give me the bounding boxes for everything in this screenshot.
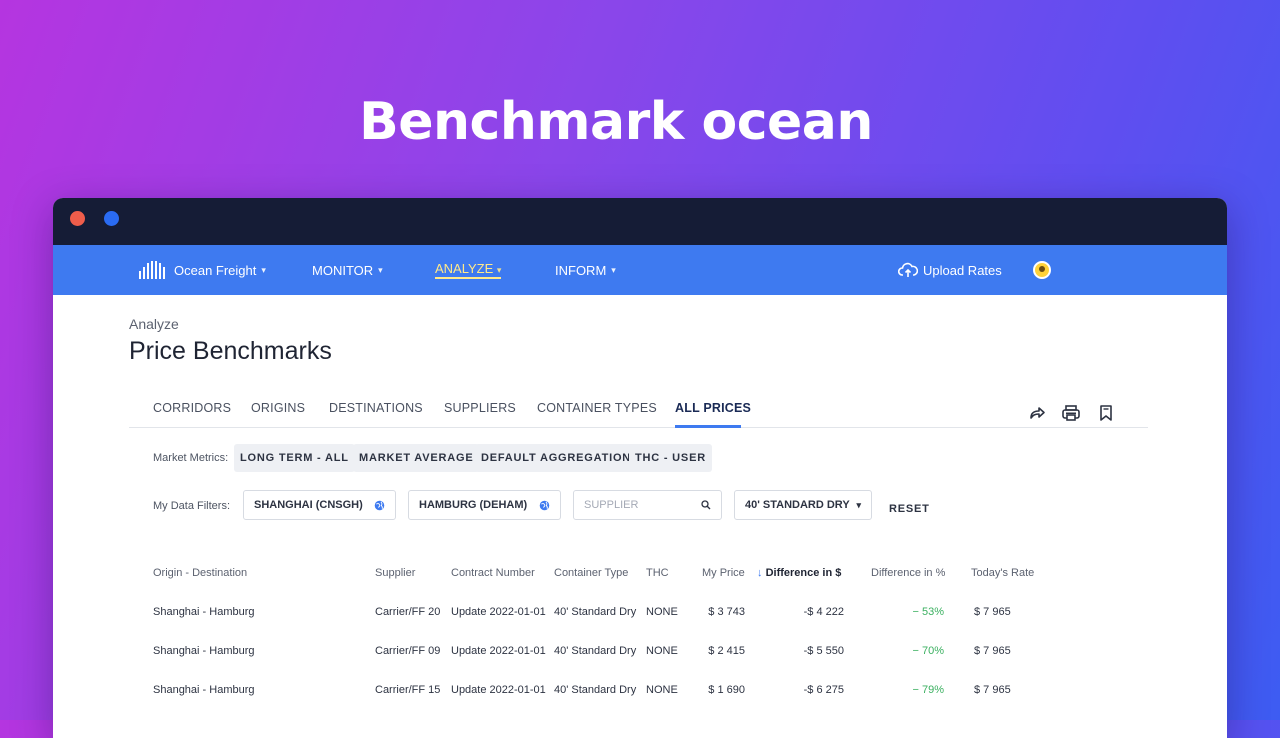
tab-destinations[interactable]: DESTINATIONS <box>329 401 423 415</box>
upload-rates-label: Upload Rates <box>923 262 1002 278</box>
data-filters-label: My Data Filters: <box>153 500 231 512</box>
chevron-down-icon: ▾ <box>611 264 616 275</box>
container-type-value: 40' STANDARD DRY <box>745 499 850 511</box>
col-todays-rate[interactable]: Today's Rate <box>971 567 1034 579</box>
table-cell: Shanghai - Hamburg <box>153 684 255 696</box>
col-origin-destination[interactable]: Origin - Destination <box>153 567 247 579</box>
table-cell: Update 2022-01-01 <box>451 606 546 618</box>
table-cell: Carrier/FF 09 <box>375 645 441 657</box>
search-icon <box>701 500 711 510</box>
chip-market-average[interactable]: MARKET AVERAGE <box>353 444 480 472</box>
table-cell: 40' Standard Dry <box>554 606 637 618</box>
chevron-down-icon: ▾ <box>261 264 266 275</box>
destination-filter[interactable]: HAMBURG (DEHAM) <box>408 490 561 520</box>
nav-monitor-label: MONITOR <box>312 262 374 278</box>
table-cell: NONE <box>646 606 678 618</box>
table-cell: -$ 5 550 <box>803 645 844 657</box>
table-cell: $ 7 965 <box>974 606 1011 618</box>
bookmark-icon[interactable] <box>1096 403 1116 423</box>
table-cell: Shanghai - Hamburg <box>153 606 255 618</box>
table-cell: 40' Standard Dry <box>554 645 637 657</box>
tab-bar: CORRIDORS ORIGINS DESTINATIONS SUPPLIERS… <box>129 389 1148 428</box>
table-cell: -$ 4 222 <box>803 606 844 618</box>
col-container-type[interactable]: Container Type <box>554 567 628 579</box>
table-cell: Shanghai - Hamburg <box>153 645 255 657</box>
sort-arrow-down-icon: ↓ <box>757 567 763 579</box>
nav-analyze[interactable]: ANALYZE ▾ <box>435 245 502 295</box>
table-cell: NONE <box>646 645 678 657</box>
chip-thc-user[interactable]: THC - USER <box>629 444 712 472</box>
ocean-freight-logo-icon <box>139 261 165 279</box>
page-title: Price Benchmarks <box>129 337 332 365</box>
table-cell: $ 7 965 <box>974 684 1011 696</box>
origin-filter-value: SHANGHAI (CNSGH) <box>254 499 363 511</box>
globe-icon <box>374 500 385 510</box>
tab-corridors[interactable]: CORRIDORS <box>153 401 231 415</box>
market-metrics-label: Market Metrics: <box>153 452 229 464</box>
chevron-down-icon: ▾ <box>378 264 383 275</box>
col-my-price[interactable]: My Price <box>702 567 745 579</box>
tab-origins[interactable]: ORIGINS <box>251 401 305 415</box>
print-icon[interactable] <box>1061 403 1081 423</box>
nav-inform[interactable]: INFORM ▾ <box>555 245 616 295</box>
table-cell: $ 7 965 <box>974 645 1011 657</box>
table-cell: -$ 6 275 <box>803 684 844 696</box>
table-cell: Update 2022-01-01 <box>451 684 546 696</box>
table-cell: $ 2 415 <box>708 645 745 657</box>
table-cell: 40' Standard Dry <box>554 684 637 696</box>
chip-long-term[interactable]: LONG TERM - ALL <box>234 444 355 472</box>
col-contract-number[interactable]: Contract Number <box>451 567 535 579</box>
active-tab-indicator <box>675 425 741 428</box>
container-type-select[interactable]: 40' STANDARD DRY ▾ <box>734 490 872 520</box>
hero-title: Benchmark ocean <box>359 92 873 152</box>
supplier-placeholder: SUPPLIER <box>584 499 639 511</box>
table-cell: − 70% <box>912 645 945 657</box>
origin-filter[interactable]: SHANGHAI (CNSGH) <box>243 490 396 520</box>
main-content: Analyze Price Benchmarks CORRIDORS ORIGI… <box>53 295 1227 738</box>
nav-analyze-label: ANALYZE ▾ <box>435 261 502 279</box>
section-label: Analyze <box>129 316 179 332</box>
table-cell: Update 2022-01-01 <box>451 645 546 657</box>
tab-all-prices[interactable]: ALL PRICES <box>675 401 751 415</box>
globe-icon <box>539 500 550 510</box>
chevron-down-icon: ▾ <box>856 499 861 510</box>
upload-rates-button[interactable]: Upload Rates <box>898 245 1002 295</box>
table-cell: Carrier/FF 15 <box>375 684 441 696</box>
brand-label: Ocean Freight <box>174 262 257 278</box>
app-window: Ocean Freight ▾ MONITOR ▾ ANALYZE ▾ INFO… <box>53 198 1227 738</box>
table-cell: NONE <box>646 684 678 696</box>
nav-inform-label: INFORM <box>555 262 607 278</box>
table-cell: $ 3 743 <box>708 606 745 618</box>
supplier-search-input[interactable]: SUPPLIER <box>573 490 722 520</box>
table-cell: − 79% <box>912 684 945 696</box>
table-cell: Carrier/FF 20 <box>375 606 441 618</box>
nav-monitor[interactable]: MONITOR ▾ <box>312 245 383 295</box>
share-icon[interactable] <box>1027 403 1047 423</box>
col-supplier[interactable]: Supplier <box>375 567 415 579</box>
minimize-window-dot[interactable] <box>104 211 119 226</box>
table-cell: − 53% <box>912 606 945 618</box>
user-avatar[interactable] <box>1033 261 1051 279</box>
reset-button[interactable]: RESET <box>889 503 930 515</box>
tab-suppliers[interactable]: SUPPLIERS <box>444 401 516 415</box>
col-difference-dollar[interactable]: ↓ Difference in $ <box>757 567 841 579</box>
top-navbar: Ocean Freight ▾ MONITOR ▾ ANALYZE ▾ INFO… <box>53 245 1227 295</box>
table-cell: $ 1 690 <box>708 684 745 696</box>
brand-menu[interactable]: Ocean Freight ▾ <box>139 245 266 295</box>
col-difference-percent[interactable]: Difference in % <box>871 567 945 579</box>
chip-default-aggregation[interactable]: DEFAULT AGGREGATION <box>475 444 638 472</box>
close-window-dot[interactable] <box>70 211 85 226</box>
tab-container-types[interactable]: CONTAINER TYPES <box>537 401 657 415</box>
destination-filter-value: HAMBURG (DEHAM) <box>419 499 528 511</box>
window-titlebar <box>53 198 1227 245</box>
col-thc[interactable]: THC <box>646 567 669 579</box>
cloud-upload-icon <box>898 262 918 277</box>
